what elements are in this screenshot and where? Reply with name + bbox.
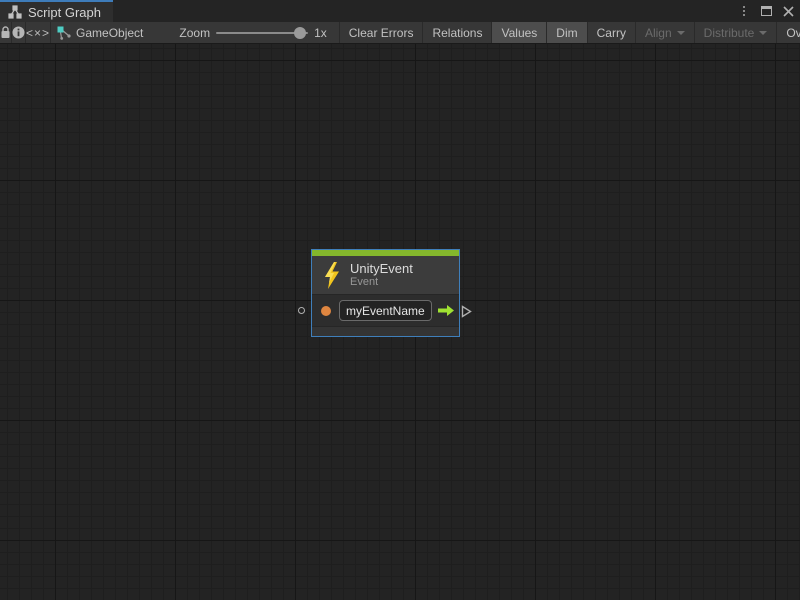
tab-bar: Script Graph [0,0,800,22]
zoom-slider[interactable] [216,32,308,34]
info-button[interactable] [12,22,26,43]
chevron-down-icon [677,31,685,35]
graph-canvas[interactable]: UnityEvent Event [0,44,800,600]
lock-button[interactable] [0,22,12,43]
align-dropdown[interactable]: Align [635,22,694,43]
maximize-icon[interactable] [758,3,774,19]
relations-button[interactable]: Relations [422,22,491,43]
flow-arrow-icon [437,304,455,317]
node-unityevent[interactable]: UnityEvent Event [311,249,460,337]
script-graph-window: Script Graph [0,0,800,600]
value-port-dot[interactable] [321,306,331,316]
node-body [312,295,459,326]
zoom-label: Zoom [179,26,210,40]
script-graph-asset-icon [57,26,71,40]
graph-icon [8,5,22,19]
graph-target-label: GameObject [76,26,143,40]
close-icon[interactable] [780,3,796,19]
node-footer [312,326,459,336]
control-output-port[interactable] [461,305,472,323]
tab-script-graph[interactable]: Script Graph [0,0,113,22]
event-name-field[interactable] [339,300,432,321]
clear-errors-button[interactable]: Clear Errors [339,22,423,43]
control-input-port[interactable] [298,307,305,314]
zoom-slider-handle[interactable] [294,27,306,39]
tab-label: Script Graph [28,5,101,20]
graph-target[interactable]: GameObject [51,22,153,43]
carry-toggle[interactable]: Carry [587,22,635,43]
edit-source-button[interactable]: <×> [26,22,51,43]
distribute-dropdown[interactable]: Distribute [694,22,777,43]
lightning-bolt-icon [322,262,341,289]
node-title: UnityEvent [350,261,413,276]
kebab-menu-icon[interactable] [736,3,752,19]
node-subtitle: Event [350,276,413,289]
node-header[interactable]: UnityEvent Event [312,256,459,295]
dim-toggle[interactable]: Dim [546,22,586,43]
values-toggle[interactable]: Values [491,22,546,43]
toolbar-buttons: Clear Errors Relations Values Dim Carry … [339,22,800,43]
overview-button[interactable]: Overv [776,22,800,43]
window-controls [736,0,796,22]
lock-icon [0,26,11,39]
code-icon: <×> [26,26,50,40]
info-icon [12,26,25,39]
zoom-control: Zoom 1x [153,22,334,43]
toolbar: <×> GameObject Zoom 1x Clea [0,22,800,44]
chevron-down-icon [759,31,767,35]
zoom-value: 1x [314,26,327,40]
